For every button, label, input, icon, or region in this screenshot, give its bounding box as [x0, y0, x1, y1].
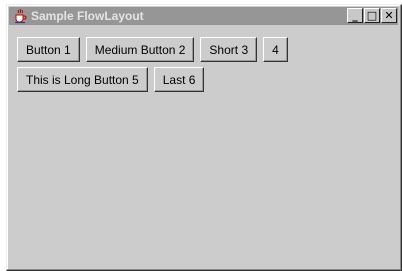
button-4[interactable]: 4	[263, 37, 288, 62]
app-window: Sample FlowLayout _ □ ✕ Button 1 Medium …	[6, 4, 402, 271]
content-pane: Button 1 Medium Button 2 Short 3 4 This …	[11, 29, 396, 266]
close-button[interactable]: ✕	[381, 8, 397, 23]
flow-row-1: Button 1 Medium Button 2 Short 3 4	[17, 37, 396, 62]
maximize-button[interactable]: □	[364, 8, 380, 23]
medium-button-2[interactable]: Medium Button 2	[85, 37, 195, 62]
button-1[interactable]: Button 1	[17, 37, 80, 62]
flow-row-2: This is Long Button 5 Last 6	[17, 67, 396, 92]
last-button-6[interactable]: Last 6	[153, 67, 205, 92]
short-button-3[interactable]: Short 3	[200, 37, 258, 62]
window-controls: _ □ ✕	[346, 8, 397, 23]
title-bar[interactable]: Sample FlowLayout _ □ ✕	[9, 7, 398, 25]
window-title: Sample FlowLayout	[31, 9, 144, 23]
java-cup-icon[interactable]	[11, 8, 29, 24]
long-button-5[interactable]: This is Long Button 5	[17, 67, 148, 92]
minimize-button[interactable]: _	[347, 8, 363, 23]
